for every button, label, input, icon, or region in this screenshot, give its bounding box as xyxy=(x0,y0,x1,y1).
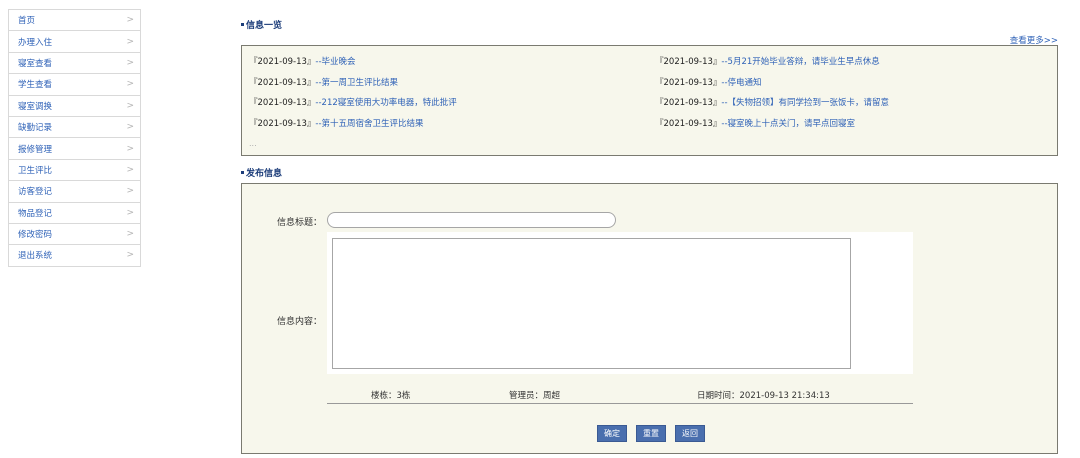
news-ellipsis: ... xyxy=(249,139,257,148)
news-date: 『2021-09-13』 xyxy=(655,98,722,108)
news-item[interactable]: 『2021-09-13』--寝室晚上十点关门，请早点回寝室 xyxy=(655,118,889,139)
content-area-panel xyxy=(327,232,913,374)
news-date: 『2021-09-13』 xyxy=(249,98,316,108)
news-title-link[interactable]: 寝室晚上十点关门，请早点回寝室 xyxy=(728,119,856,129)
news-title-link[interactable]: 【失物招领】有同学捡到一张饭卡，请留意 xyxy=(728,98,890,108)
datetime-info: 日期时间：2021-09-13 21:34:13 xyxy=(697,391,830,401)
sidebar-item-label: 办理入住 xyxy=(18,37,53,48)
manager-info: 管理员：周超 xyxy=(509,391,561,401)
sidebar-item-label: 缺勤记录 xyxy=(18,123,53,134)
sidebar-item-check-in[interactable]: 办理入住 > xyxy=(9,31,140,53)
square-bullet-icon xyxy=(241,171,244,174)
news-panel: 『2021-09-13』--毕业晚会 『2021-09-13』--第一周卫生评比… xyxy=(241,45,1058,156)
news-date: 『2021-09-13』 xyxy=(655,57,722,67)
news-title-link[interactable]: 停电通知 xyxy=(728,78,762,88)
button-row: 确定 重置 返回 xyxy=(597,425,705,442)
news-heading-text: 信息一览 xyxy=(246,21,283,31)
chevron-right-icon: > xyxy=(126,15,134,26)
news-column-right: 『2021-09-13』--5月21开始毕业答辩，请毕业生早点休息 『2021-… xyxy=(655,56,889,138)
chevron-right-icon: > xyxy=(126,250,134,261)
sidebar-item-label: 访客登记 xyxy=(18,187,53,198)
news-title-link[interactable]: 5月21开始毕业答辩，请毕业生早点休息 xyxy=(728,57,880,67)
news-item[interactable]: 『2021-09-13』--毕业晚会 xyxy=(249,56,457,77)
news-heading: 信息一览 xyxy=(241,18,282,31)
sidebar-item-label: 退出系统 xyxy=(18,251,53,262)
news-item[interactable]: 『2021-09-13』--第十五周宿舍卫生评比结果 xyxy=(249,118,457,139)
sidebar-item-visitor[interactable]: 访客登记 > xyxy=(9,181,140,203)
news-date: 『2021-09-13』 xyxy=(655,77,722,88)
title-input[interactable] xyxy=(327,212,616,228)
news-item[interactable]: 『2021-09-13』--5月21开始毕业答辩，请毕业生早点休息 xyxy=(655,56,889,77)
chevron-right-icon: > xyxy=(126,207,134,218)
sidebar-item-repair[interactable]: 报修管理 > xyxy=(9,138,140,160)
news-title-link[interactable]: 第十五周宿舍卫生评比结果 xyxy=(322,119,424,129)
chevron-right-icon: > xyxy=(126,143,134,154)
sidebar-item-label: 报修管理 xyxy=(18,144,53,155)
publish-heading-text: 发布信息 xyxy=(246,169,283,179)
chevron-right-icon: > xyxy=(126,186,134,197)
sidebar-item-password[interactable]: 修改密码 > xyxy=(9,224,140,246)
news-date: 『2021-09-13』 xyxy=(249,118,316,129)
news-title-link[interactable]: 毕业晚会 xyxy=(322,57,356,67)
news-title-link[interactable]: 第一周卫生评比结果 xyxy=(322,78,399,88)
sidebar-item-dorm-view[interactable]: 寝室查看 > xyxy=(9,53,140,75)
chevron-right-icon: > xyxy=(126,36,134,47)
news-item[interactable]: 『2021-09-13』--212寝室使用大功率电器，特此批评 xyxy=(249,97,457,118)
publish-form: 信息标题： 信息内容： 楼栋：3栋 管理员：周超 日期时间：2021-09-13… xyxy=(241,183,1058,454)
news-date: 『2021-09-13』 xyxy=(249,77,316,88)
sidebar-item-logout[interactable]: 退出系统 > xyxy=(9,245,140,267)
meta-row: 楼栋：3栋 管理员：周超 日期时间：2021-09-13 21:34:13 xyxy=(327,384,913,404)
publish-heading: 发布信息 xyxy=(241,166,282,179)
chevron-right-icon: > xyxy=(126,57,134,68)
sidebar-item-label: 修改密码 xyxy=(18,230,53,241)
sidebar-item-label: 寝室调换 xyxy=(18,101,53,112)
chevron-right-icon: > xyxy=(126,229,134,240)
reset-button[interactable]: 重置 xyxy=(636,425,666,442)
sidebar-item-home[interactable]: 首页 > xyxy=(9,10,140,32)
news-date: 『2021-09-13』 xyxy=(655,118,722,129)
news-item[interactable]: 『2021-09-13』--第一周卫生评比结果 xyxy=(249,77,457,98)
sidebar-item-absence[interactable]: 缺勤记录 > xyxy=(9,117,140,139)
sidebar-item-label: 寝室查看 xyxy=(18,58,53,69)
sidebar-item-hygiene[interactable]: 卫生评比 > xyxy=(9,160,140,182)
sidebar-item-label: 学生查看 xyxy=(18,80,53,91)
news-title-link[interactable]: 212寝室使用大功率电器，特此批评 xyxy=(322,98,457,108)
back-button[interactable]: 返回 xyxy=(675,425,705,442)
sidebar-item-label: 首页 xyxy=(18,16,36,27)
chevron-right-icon: > xyxy=(126,122,134,133)
sidebar-item-label: 物品登记 xyxy=(18,208,53,219)
chevron-right-icon: > xyxy=(126,164,134,175)
sidebar-menu: 首页 > 办理入住 > 寝室查看 > 学生查看 > 寝室调换 > 缺勤记录 > 报修管理 > … xyxy=(8,9,141,267)
sidebar-item-items[interactable]: 物品登记 > xyxy=(9,203,140,224)
building-info: 楼栋：3栋 xyxy=(371,391,411,401)
content-textarea[interactable] xyxy=(332,238,851,369)
content-label: 信息内容： xyxy=(276,317,322,327)
square-bullet-icon xyxy=(241,23,244,26)
news-date: 『2021-09-13』 xyxy=(249,57,316,67)
news-column-left: 『2021-09-13』--毕业晚会 『2021-09-13』--第一周卫生评比… xyxy=(249,56,457,138)
sidebar-item-dorm-swap[interactable]: 寝室调换 > xyxy=(9,96,140,117)
chevron-right-icon: > xyxy=(126,100,134,111)
news-item[interactable]: 『2021-09-13』--【失物招领】有同学捡到一张饭卡，请留意 xyxy=(655,97,889,118)
title-label: 信息标题： xyxy=(276,218,322,228)
chevron-right-icon: > xyxy=(126,79,134,90)
confirm-button[interactable]: 确定 xyxy=(597,425,627,442)
sidebar-item-student-view[interactable]: 学生查看 > xyxy=(9,74,140,96)
sidebar-item-label: 卫生评比 xyxy=(18,165,53,176)
news-item[interactable]: 『2021-09-13』--停电通知 xyxy=(655,77,889,98)
